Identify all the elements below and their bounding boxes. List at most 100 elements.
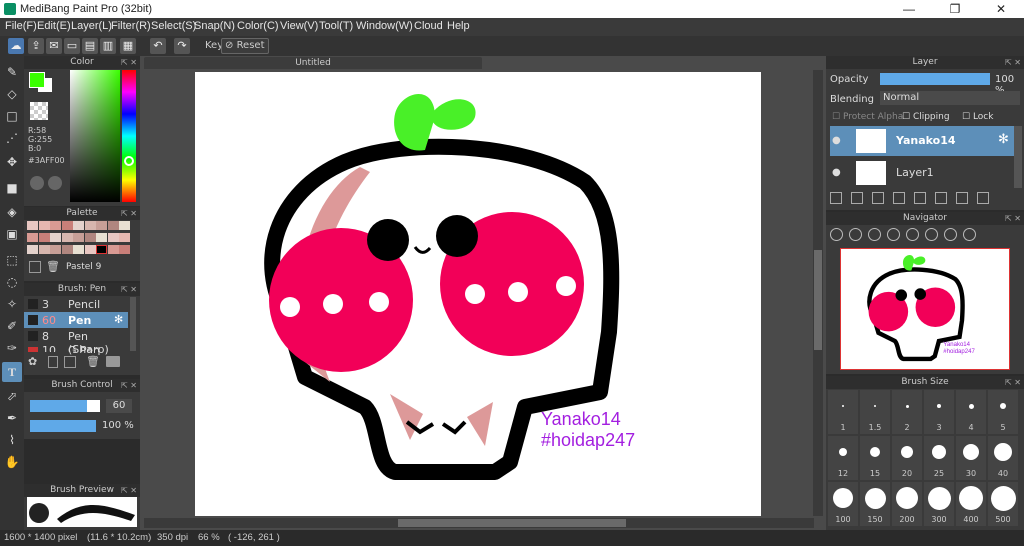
fill-rect-tool-icon[interactable]: ■ — [2, 178, 22, 198]
palette-swatch[interactable] — [61, 221, 73, 230]
palette-swatch[interactable] — [73, 221, 84, 230]
palette-swatch[interactable] — [84, 221, 96, 230]
dot-tool-icon[interactable]: ⋰ — [2, 128, 22, 148]
lock-checkbox[interactable]: ☐ Lock — [962, 112, 993, 122]
rotate-right-icon[interactable] — [925, 228, 938, 241]
select-eraser-icon[interactable]: ✑ — [2, 338, 22, 358]
brush-list-scrollbar[interactable] — [130, 297, 136, 351]
palette-swatch[interactable] — [84, 245, 96, 254]
color-mixer-icon[interactable] — [48, 176, 62, 190]
layer-opacity-slider[interactable] — [880, 73, 990, 85]
brush-size-option[interactable]: 150 — [860, 482, 890, 526]
palette-swatch[interactable] — [73, 245, 84, 254]
visibility-eye-icon[interactable]: ● — [832, 135, 841, 146]
drawing-canvas[interactable]: Yanako14 #hoidap247 — [195, 72, 761, 516]
reset-button[interactable]: ⊘ Reset — [221, 38, 269, 54]
palette-swatch[interactable] — [38, 233, 50, 242]
gear-icon[interactable]: ✻ — [998, 132, 1009, 147]
palette-swatch[interactable] — [119, 233, 130, 242]
move-tool-icon[interactable]: ✥ — [2, 152, 22, 172]
foreground-color-swatch[interactable] — [29, 72, 45, 88]
protect-alpha-checkbox[interactable]: ☐ Protect Alpha — [832, 112, 903, 122]
trash-icon[interactable]: 🗑 — [46, 260, 60, 273]
brush-item-pen[interactable]: 60 Pen ✻ — [24, 312, 128, 328]
palette-swatch[interactable] — [96, 221, 107, 230]
menu-edit[interactable]: Edit(E) — [37, 20, 71, 32]
trash-icon[interactable]: 🗑 — [86, 355, 100, 368]
menu-snap[interactable]: Snap(N) — [194, 20, 235, 32]
message-icon[interactable]: ▭ — [64, 38, 80, 54]
palette-swatch[interactable] — [61, 245, 73, 254]
add-layer-menu-icon[interactable] — [893, 192, 905, 204]
document-tab[interactable]: Untitled — [144, 57, 482, 69]
palette-swatch[interactable] — [96, 233, 107, 242]
brush-size-option[interactable]: 15 — [860, 436, 890, 480]
menu-tool[interactable]: Tool(T) — [319, 20, 353, 32]
menu-color[interactable]: Color(C) — [237, 20, 279, 32]
cloud-icon[interactable]: ☁ — [8, 38, 24, 54]
palette-swatch[interactable] — [107, 233, 119, 242]
new-halftone-layer-icon[interactable] — [851, 192, 863, 204]
hue-slider[interactable] — [122, 70, 136, 202]
hand-tool-icon[interactable]: ✋ — [2, 452, 22, 472]
saturation-value-field[interactable] — [70, 70, 120, 202]
brush-size-option[interactable]: 200 — [892, 482, 922, 526]
layer-list-scrollbar[interactable] — [1014, 126, 1022, 188]
undo-icon[interactable]: ↶ — [150, 38, 166, 54]
redo-icon[interactable]: ↷ — [174, 38, 190, 54]
brush-menu-icon[interactable] — [64, 356, 76, 368]
share-icon[interactable]: ⇪ — [28, 38, 44, 54]
brush-size-option[interactable]: 4 — [956, 390, 986, 434]
brush-size-slider[interactable] — [30, 400, 100, 412]
palette-swatch[interactable] — [50, 233, 61, 242]
layer-row-layer1[interactable]: ● Layer1 — [830, 158, 1014, 188]
brush-size-input[interactable]: 60 — [106, 399, 132, 413]
brush-add-icon[interactable]: ✿ — [28, 355, 37, 368]
palette-swatch[interactable] — [27, 245, 38, 254]
menu-filter[interactable]: Filter(R) — [111, 20, 151, 32]
palette-swatch[interactable] — [119, 245, 130, 254]
close-button[interactable]: ✕ — [978, 0, 1024, 18]
brush-size-option[interactable]: 100 — [828, 482, 858, 526]
horizontal-scrollbar[interactable] — [144, 518, 814, 528]
minimize-button[interactable]: — — [886, 0, 932, 18]
brush-size-option[interactable]: 30 — [956, 436, 986, 480]
fit-icon[interactable] — [868, 228, 881, 241]
select-pen-icon[interactable]: ✐ — [2, 316, 22, 336]
brush-tool-icon[interactable]: ✎ — [2, 62, 22, 82]
reset-view-icon[interactable] — [963, 228, 976, 241]
palette-swatch[interactable] — [107, 245, 119, 254]
menu-view[interactable]: View(V) — [280, 20, 318, 32]
bucket-tool-icon[interactable]: ◈ — [2, 202, 22, 222]
grid-icon[interactable]: ▦ — [120, 38, 136, 54]
brush-size-option[interactable]: 40 — [988, 436, 1018, 480]
palette-swatch[interactable] — [61, 233, 73, 242]
brush-item-pencil[interactable]: 3 Pencil — [24, 296, 128, 312]
brush-size-option[interactable]: 300 — [924, 482, 954, 526]
layer-row-yanako14[interactable]: ● Yanako14 ✻ — [830, 126, 1014, 156]
brush-size-option[interactable]: 20 — [892, 436, 922, 480]
comment-icon[interactable]: ✉ — [46, 38, 62, 54]
merge-down-icon[interactable] — [956, 192, 968, 204]
palette-swatch[interactable] — [27, 233, 38, 242]
brush-size-option[interactable]: 500 — [988, 482, 1018, 526]
rotate-left-icon[interactable] — [906, 228, 919, 241]
gear-icon[interactable]: ✻ — [114, 313, 123, 326]
palette-swatch[interactable] — [38, 221, 50, 230]
brush-item-g-pen[interactable]: 10 G Pen — [24, 344, 128, 352]
blending-select[interactable]: Normal — [880, 91, 1020, 105]
actual-size-icon[interactable] — [887, 228, 900, 241]
brush-opacity-slider[interactable] — [30, 420, 96, 432]
document-icon[interactable]: ▤ — [82, 38, 98, 54]
brush-item-pen-sharp[interactable]: 8 Pen (Sharp) — [24, 328, 128, 356]
eraser-tool-icon[interactable]: ◇ — [2, 84, 22, 104]
palette-swatch[interactable] — [119, 221, 130, 230]
visibility-eye-icon[interactable]: ● — [832, 167, 841, 178]
palette-swatch[interactable] — [96, 245, 107, 254]
zoom-in-icon[interactable] — [830, 228, 843, 241]
brush-size-option[interactable]: 3 — [924, 390, 954, 434]
operation-tool-icon[interactable]: ⬀ — [2, 386, 22, 406]
brush-size-option[interactable]: 12 — [828, 436, 858, 480]
palette-swatch-grid[interactable] — [27, 221, 131, 257]
folder-icon[interactable] — [106, 356, 120, 367]
